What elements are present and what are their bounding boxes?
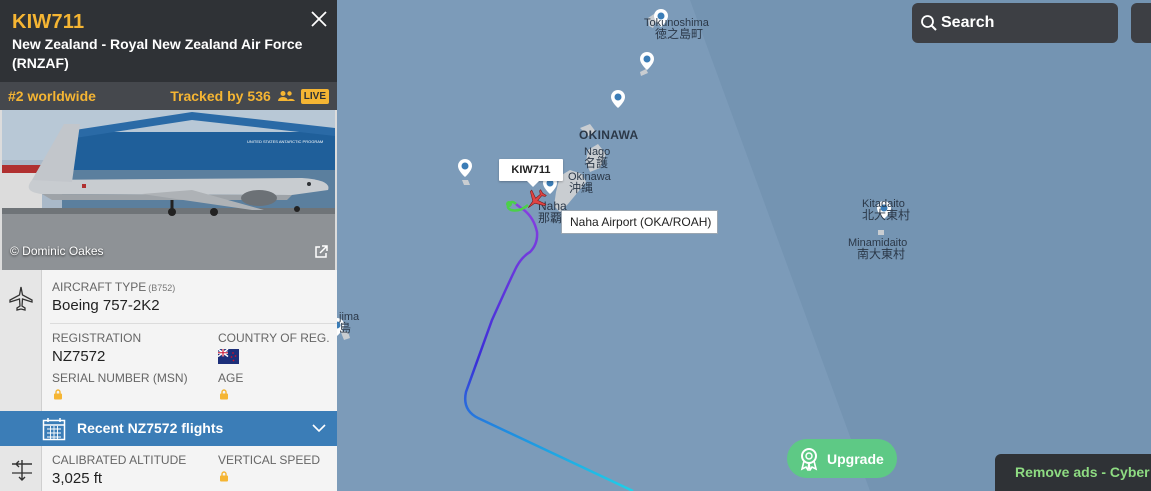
airline-name: New Zealand - Royal New Zealand Air Forc… (12, 36, 303, 71)
panel-header: KIW711 New Zealand - Royal New Zealand A… (0, 0, 337, 82)
flight-callsign: KIW711 (12, 11, 85, 33)
serial-number-label: SERIAL NUMBER (MSN) (52, 371, 188, 385)
calibrated-altitude-value: 3,025 ft (52, 470, 103, 487)
close-icon[interactable] (309, 9, 329, 29)
recent-flights-toggle[interactable]: Recent NZ7572 flights (0, 411, 337, 446)
calendar-icon (42, 418, 66, 441)
remove-ads-label: Remove ads - Cyber (1015, 464, 1150, 480)
altitude-side-column (0, 446, 42, 491)
menu-button[interactable] (1131, 3, 1151, 43)
lock-icon[interactable] (53, 389, 63, 400)
search-label: Search (941, 14, 995, 31)
divider (50, 323, 337, 324)
recent-flights-label: Recent NZ7572 flights (77, 420, 224, 436)
map-airport-tag[interactable]: Naha Airport (OKA/ROAH) (561, 210, 718, 234)
map-pin-icon[interactable] (458, 159, 472, 177)
lock-icon[interactable] (219, 471, 229, 482)
map-label-nago-jp: 名護 (584, 156, 609, 170)
calibrated-altitude-label: CALIBRATED ALTITUDE (52, 453, 187, 467)
country-label: COUNTRY OF REG. (218, 331, 330, 345)
map-label-okinawa-region: OKINAWA (579, 128, 639, 142)
aircraft-side-column (0, 270, 42, 411)
remove-ads-banner[interactable]: Remove ads - Cyber (995, 454, 1151, 491)
map-label-okinawa-jp: 沖縄 (569, 181, 594, 195)
award-ribbon-icon (800, 447, 818, 471)
search-icon (921, 15, 937, 31)
map-label-minamidaito-jp: 南大東村 (857, 247, 906, 261)
aircraft-photo[interactable]: UNITED STATES ANTARCTIC PROGRAM © Domini… (2, 110, 335, 270)
aircraft-icon[interactable] (524, 188, 548, 212)
upgrade-label: Upgrade (827, 450, 884, 467)
lock-icon[interactable] (219, 389, 229, 400)
map-pin-icon[interactable] (640, 52, 654, 70)
rank-bar: #2 worldwide Tracked by 536 LIVE (0, 82, 337, 110)
tracked-by: Tracked by 536 LIVE (170, 82, 329, 110)
tracked-count: 536 (247, 88, 271, 104)
aircraft-type-code: (B752) (148, 283, 176, 293)
map-label-kumejima-jp: 島 (339, 321, 352, 335)
airplane-icon (9, 286, 33, 311)
map-label-kitadaito-jp: 北大東村 (862, 208, 911, 222)
aircraft-info: AIRCRAFT TYPE (B752) Boeing 757-2K2 REGIS… (0, 270, 337, 411)
users-icon (277, 91, 295, 101)
map-label-naha-jp: 那覇 (538, 211, 563, 225)
registration-label: REGISTRATION (52, 331, 142, 345)
rank-text: #2 worldwide (8, 88, 96, 104)
map-callsign-tag[interactable]: KIW711 (499, 159, 563, 187)
live-badge: LIVE (300, 88, 329, 104)
map-label-tokunoshima-jp: 徳之島町 (655, 27, 704, 41)
registration-value: NZ7572 (52, 348, 106, 365)
tracked-label: Tracked by (170, 88, 244, 104)
vertical-speed-label: VERTICAL SPEED (218, 453, 321, 467)
altitude-info: CALIBRATED ALTITUDE 3,025 ft VERTICAL SP… (0, 446, 337, 491)
external-link-icon[interactable] (314, 245, 328, 259)
aircraft-type-value: Boeing 757-2K2 (52, 297, 160, 314)
upgrade-button[interactable]: Upgrade (787, 439, 897, 478)
altitude-icon (12, 460, 32, 481)
flight-detail-panel: KIW711 New Zealand - Royal New Zealand A… (0, 0, 337, 491)
aircraft-type-label: AIRCRAFT TYPE (B752) (52, 280, 175, 295)
chevron-down-icon (312, 424, 326, 433)
photo-credit: © Dominic Oakes (10, 244, 104, 258)
hangar-sign: UNITED STATES ANTARCTIC PROGRAM (247, 139, 323, 144)
new-zealand-flag-icon (218, 349, 239, 364)
age-label: AGE (218, 371, 244, 385)
search-button[interactable]: Search (912, 3, 1118, 43)
map-pin-icon[interactable] (611, 90, 625, 108)
aircraft-type-label-text: AIRCRAFT TYPE (52, 280, 147, 294)
